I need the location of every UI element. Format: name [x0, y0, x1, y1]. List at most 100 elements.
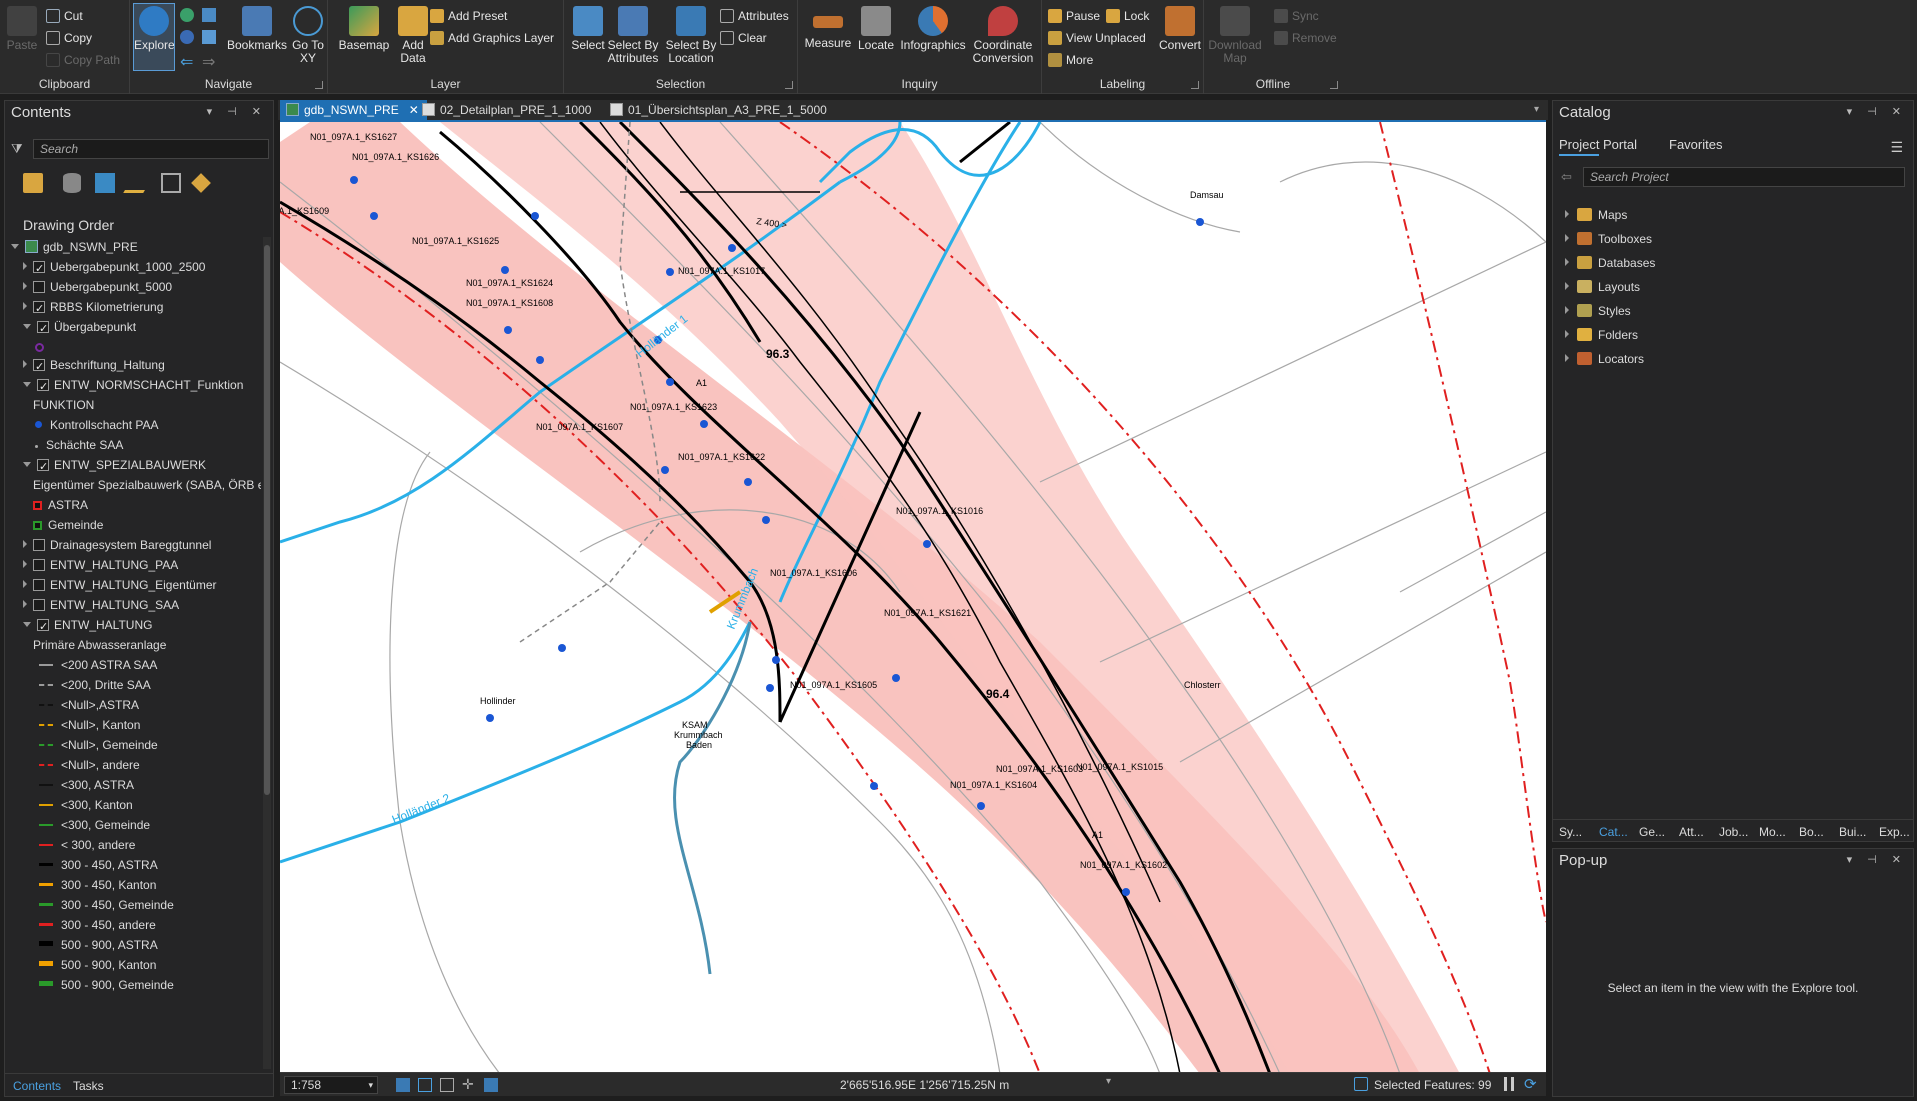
- list-by-drawing-order-icon[interactable]: [23, 173, 43, 193]
- infographics-button[interactable]: Infographics: [898, 4, 968, 52]
- expand-caret-icon[interactable]: [11, 244, 19, 249]
- bottom-tab-4[interactable]: Job...: [1719, 825, 1748, 839]
- expand-caret-icon[interactable]: [1565, 330, 1569, 338]
- expand-caret-icon[interactable]: [23, 382, 31, 387]
- expand-caret-icon[interactable]: [1565, 258, 1569, 266]
- layer-visibility-checkbox[interactable]: [33, 539, 45, 551]
- toc-layer-row[interactable]: Uebergabepunkt_1000_2500: [23, 257, 205, 279]
- bottom-tab-1[interactable]: Cat...: [1599, 825, 1628, 839]
- coordinate-format-chevron-icon[interactable]: ▾: [1106, 1076, 1111, 1087]
- expand-caret-icon[interactable]: [23, 324, 31, 329]
- toc-layer-row[interactable]: ENTW_NORMSCHACHT_Funktion: [23, 375, 243, 397]
- catalog-item-folders[interactable]: Folders: [1565, 325, 1638, 345]
- expand-caret-icon[interactable]: [1565, 354, 1569, 362]
- download-map-button[interactable]: Download Map: [1208, 4, 1262, 65]
- full-extent-icon[interactable]: [180, 8, 194, 22]
- layer-visibility-checkbox[interactable]: [33, 599, 45, 611]
- expand-caret-icon[interactable]: [23, 560, 27, 568]
- catalog-item-styles[interactable]: Styles: [1565, 301, 1631, 321]
- grid-icon[interactable]: [440, 1078, 454, 1092]
- expand-caret-icon[interactable]: [23, 600, 27, 608]
- expand-caret-icon[interactable]: [23, 282, 27, 290]
- menu-icon[interactable]: ☰: [1890, 139, 1903, 156]
- layer-visibility-checkbox[interactable]: [37, 319, 49, 339]
- layer-visibility-checkbox[interactable]: [37, 617, 49, 637]
- layer-visibility-checkbox[interactable]: [33, 299, 45, 319]
- catalog-item-databases[interactable]: Databases: [1565, 253, 1655, 273]
- toc-layer-row[interactable]: Drainagesystem Bareggtunnel: [23, 535, 211, 555]
- forward-arrow-icon[interactable]: ⇒: [202, 52, 215, 72]
- constraints-icon[interactable]: [484, 1078, 498, 1092]
- clear-selection-button[interactable]: Clear: [720, 28, 767, 48]
- filter-icon[interactable]: ⧩: [11, 141, 23, 157]
- bottom-tab-5[interactable]: Mo...: [1759, 825, 1786, 839]
- convert-button[interactable]: Convert: [1158, 4, 1202, 52]
- select-button[interactable]: Select: [568, 4, 608, 52]
- cut-button[interactable]: Cut: [46, 6, 83, 26]
- measure-button[interactable]: Measure: [804, 4, 852, 50]
- layer-visibility-checkbox[interactable]: [33, 259, 45, 279]
- remove-button[interactable]: Remove: [1274, 28, 1337, 48]
- popup-pane-controls[interactable]: ▾ ⊣ ✕: [1847, 853, 1907, 866]
- tab-layout-detailplan[interactable]: 02_Detailplan_PRE_1_1000: [416, 100, 599, 120]
- layer-visibility-checkbox[interactable]: [37, 457, 49, 477]
- bottom-tab-2[interactable]: Ge...: [1639, 825, 1665, 839]
- layer-visibility-checkbox[interactable]: [33, 559, 45, 571]
- zoom-selected-icon[interactable]: [180, 30, 194, 44]
- select-by-location-button[interactable]: Select By Location: [662, 4, 720, 65]
- bottom-tab-3[interactable]: Att...: [1679, 825, 1704, 839]
- toc-scrollbar[interactable]: [263, 237, 271, 1069]
- view-unplaced-button[interactable]: View Unplaced: [1048, 28, 1146, 48]
- paste-button[interactable]: Paste: [6, 4, 38, 52]
- list-by-source-icon[interactable]: [63, 173, 81, 193]
- zoom-out-icon[interactable]: [202, 30, 216, 44]
- labeling-launcher[interactable]: [1191, 81, 1199, 89]
- toc-layer-row[interactable]: Übergabepunkt: [23, 317, 136, 339]
- expand-caret-icon[interactable]: [23, 360, 27, 368]
- tab-layout-uebersichtsplan[interactable]: 01_Übersichtsplan_A3_PRE_1_5000: [604, 100, 835, 120]
- offline-launcher[interactable]: [1330, 81, 1338, 89]
- bottom-tab-6[interactable]: Bo...: [1799, 825, 1824, 839]
- basemap-button[interactable]: Basemap: [336, 4, 392, 52]
- coordinate-conversion-button[interactable]: Coordinate Conversion: [968, 4, 1038, 65]
- goto-xy-button[interactable]: Go To XY: [290, 4, 326, 65]
- tabs-overflow-icon[interactable]: ▾: [1534, 104, 1539, 115]
- more-labeling-button[interactable]: More: [1048, 50, 1093, 70]
- layer-visibility-checkbox[interactable]: [33, 281, 45, 293]
- contents-search-input[interactable]: Search: [33, 139, 269, 159]
- catalog-item-locators[interactable]: Locators: [1565, 349, 1644, 369]
- toc-scrollbar-thumb[interactable]: [264, 245, 270, 795]
- expand-caret-icon[interactable]: [23, 622, 31, 627]
- bottom-tab-0[interactable]: Sy...: [1559, 825, 1582, 839]
- list-by-selection-icon[interactable]: [95, 173, 115, 193]
- expand-caret-icon[interactable]: [1565, 234, 1569, 242]
- refresh-icon[interactable]: ⟳: [1524, 1075, 1537, 1093]
- navigate-launcher[interactable]: [315, 81, 323, 89]
- toc-layer-row[interactable]: ENTW_HALTUNG: [23, 615, 152, 637]
- scale-selector[interactable]: 1:758 ▾: [284, 1076, 378, 1094]
- back-icon[interactable]: ⇦: [1561, 169, 1572, 185]
- selection-launcher[interactable]: [785, 81, 793, 89]
- toc-layer-row[interactable]: RBBS Kilometrierung: [23, 297, 163, 319]
- back-arrow-icon[interactable]: ⇐: [180, 52, 193, 72]
- expand-caret-icon[interactable]: [23, 462, 31, 467]
- crosshair-icon[interactable]: ✛: [462, 1076, 474, 1093]
- snapping-icon[interactable]: [396, 1078, 410, 1092]
- list-by-editing-icon[interactable]: [123, 173, 155, 193]
- list-by-labeling-icon[interactable]: [191, 173, 211, 193]
- toc-layer-row[interactable]: ENTW_HALTUNG_SAA: [23, 595, 179, 615]
- copy-button[interactable]: Copy: [46, 28, 92, 48]
- sync-button[interactable]: Sync: [1274, 6, 1319, 26]
- tab-map-gdb[interactable]: gdb_NSWN_PRE ✕: [280, 100, 427, 120]
- add-graphics-layer-button[interactable]: Add Graphics Layer: [430, 28, 554, 48]
- catalog-item-toolboxes[interactable]: Toolboxes: [1565, 229, 1652, 249]
- expand-caret-icon[interactable]: [23, 262, 27, 270]
- pause-drawing-icon[interactable]: [1504, 1077, 1514, 1091]
- expand-caret-icon[interactable]: [23, 540, 27, 548]
- map-view[interactable]: N01_097A.1_KS1627 N01_097A.1_KS1626 N01_…: [280, 120, 1546, 1072]
- layer-visibility-checkbox[interactable]: [33, 579, 45, 591]
- add-preset-button[interactable]: Add Preset: [430, 6, 507, 26]
- bottom-tab-8[interactable]: Exp...: [1879, 825, 1910, 839]
- expand-caret-icon[interactable]: [1565, 306, 1569, 314]
- locate-button[interactable]: Locate: [854, 4, 898, 52]
